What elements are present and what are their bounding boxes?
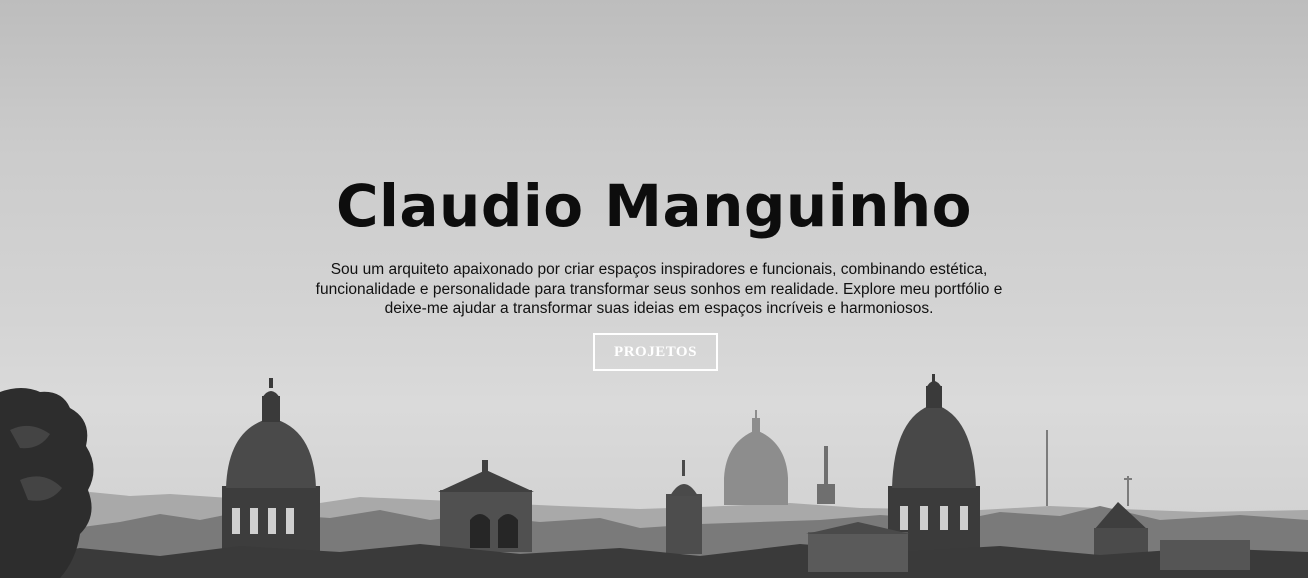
hero-section: Claudio Manguinho Sou um arquiteto apaix… [0,0,1308,578]
hero-description: Sou um arquiteto apaixonado por criar es… [315,261,1003,317]
hero-title: Claudio Manguinho [335,172,973,240]
projects-button[interactable]: PROJETOS [593,333,718,371]
